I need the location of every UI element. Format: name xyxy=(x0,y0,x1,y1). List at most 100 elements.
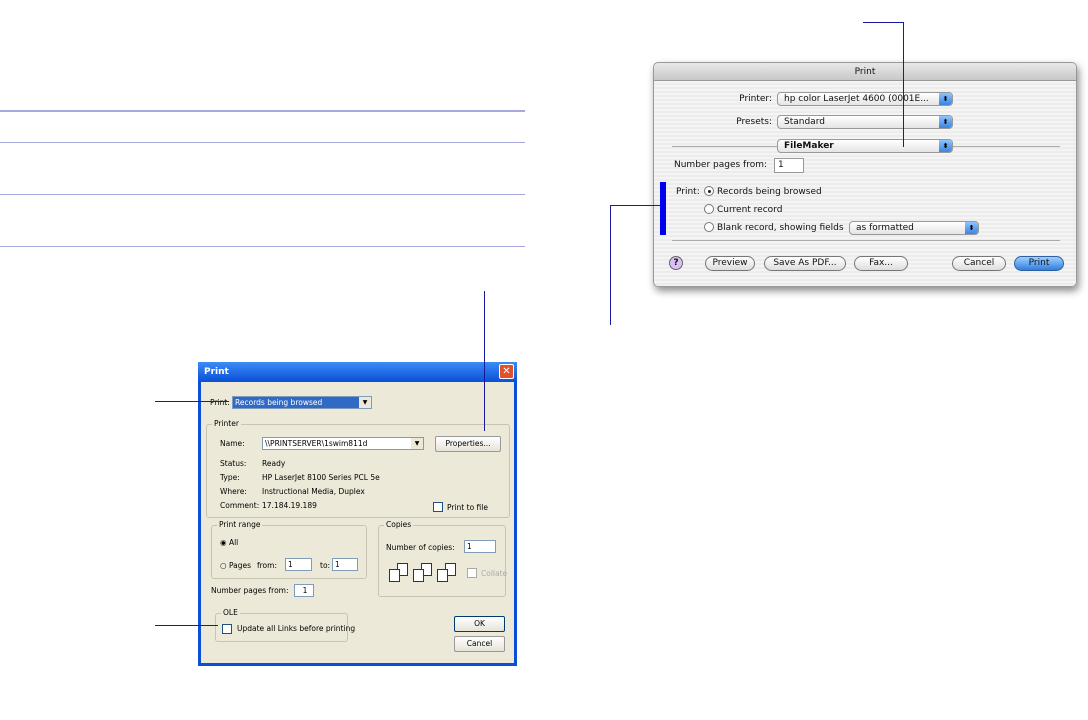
status-label: Status: xyxy=(220,459,247,468)
print-label: Print: xyxy=(210,398,230,407)
printer-group: Printer Name: \\PRINTSERVER\1swim811d ▼ P… xyxy=(206,419,510,518)
pages-label: Pages xyxy=(228,561,252,570)
radio-blank-record[interactable]: Blank record, showing fields xyxy=(704,222,844,233)
print-select[interactable]: Records being browsed ▼ xyxy=(232,396,372,409)
callout-line xyxy=(863,22,904,23)
blank-format-select[interactable]: as formatted ⬍ xyxy=(849,221,979,235)
number-pages-input[interactable]: 1 xyxy=(294,584,314,597)
status-value: Ready xyxy=(262,459,286,468)
radio-icon xyxy=(704,186,714,196)
copies-value: 1 xyxy=(467,542,472,551)
properties-button[interactable]: Properties... xyxy=(435,436,501,452)
copies-spinner[interactable]: 1 xyxy=(464,540,496,553)
callout-line xyxy=(155,401,228,402)
print-button[interactable]: Print xyxy=(1014,256,1064,271)
printer-name-value: \\PRINTSERVER\1swim811d xyxy=(265,439,368,448)
presets-select[interactable]: Standard ⬍ xyxy=(777,115,953,129)
radio-current-record[interactable]: Current record xyxy=(704,204,782,215)
printer-label: Printer: xyxy=(739,94,772,104)
update-links-checkbox[interactable] xyxy=(222,624,232,634)
dropdown-arrow-icon: ▼ xyxy=(411,438,423,449)
table-rule xyxy=(0,110,525,112)
group-label: Copies xyxy=(384,520,414,529)
collate-checkbox[interactable] xyxy=(467,568,477,578)
preview-button[interactable]: Preview xyxy=(705,256,755,271)
windows-print-dialog: Print ✕ Print: Records being browsed ▼ Pri… xyxy=(198,362,517,666)
ok-button[interactable]: OK xyxy=(454,616,505,632)
all-label: All xyxy=(228,538,239,547)
fax-button[interactable]: Fax... xyxy=(854,256,908,271)
comment-label: Comment: xyxy=(220,501,260,510)
group-label: OLE xyxy=(221,608,240,617)
ole-group: OLE Update all Links before printing xyxy=(215,608,355,642)
print-value: Records being browsed xyxy=(235,398,323,407)
page-icon xyxy=(437,569,448,582)
presets-value: Standard xyxy=(784,117,825,127)
printer-select[interactable]: hp color LaserJet 4600 (0001E... ⬍ xyxy=(777,92,953,106)
callout-line xyxy=(155,625,218,626)
title-bar: Print ✕ xyxy=(198,362,517,382)
dropdown-arrow-icon: ▼ xyxy=(359,397,371,408)
help-button[interactable]: ? xyxy=(669,256,683,270)
copies-group: Copies Number of copies: 1 Collate xyxy=(378,520,508,597)
printer-value: hp color LaserJet 4600 (0001E... xyxy=(784,94,929,104)
updown-arrow-icon: ⬍ xyxy=(939,116,952,128)
close-button[interactable]: ✕ xyxy=(499,364,514,379)
number-pages-label: Number pages from: xyxy=(211,586,289,595)
type-value: HP LaserJet 8100 Series PCL 5e xyxy=(262,473,380,482)
print-range-group: Print range ◉ All ○ Pages from: 1 to: 1 xyxy=(211,520,367,579)
save-as-pdf-button[interactable]: Save As PDF... xyxy=(764,256,846,271)
number-pages-label: Number pages from: xyxy=(674,160,768,170)
mac-print-dialog: Print Printer: hp color LaserJet 4600 (0… xyxy=(653,62,1077,287)
presets-label: Presets: xyxy=(736,117,772,127)
group-label: Printer xyxy=(212,419,241,428)
to-input[interactable]: 1 xyxy=(332,558,358,571)
updown-arrow-icon: ⬍ xyxy=(965,222,978,234)
updown-arrow-icon: ⬍ xyxy=(939,140,952,152)
radio-icon xyxy=(704,204,714,214)
type-label: Type: xyxy=(220,473,240,482)
from-input[interactable]: 1 xyxy=(285,558,312,571)
from-label: from: xyxy=(257,561,277,570)
divider xyxy=(672,240,1060,241)
callout-line xyxy=(903,22,904,147)
callout-line xyxy=(610,205,611,325)
callout-line xyxy=(610,205,660,206)
print-to-file-label: Print to file xyxy=(447,503,488,512)
where-label: Where: xyxy=(220,487,247,496)
table-rule xyxy=(0,142,525,143)
option-label: Blank record, showing fields xyxy=(717,223,844,233)
page-icon xyxy=(413,569,424,582)
panel-value: FileMaker xyxy=(784,141,834,151)
radio-records-browsed[interactable]: Records being browsed xyxy=(704,186,822,197)
radio-icon xyxy=(704,222,714,232)
option-label: Records being browsed xyxy=(717,187,822,197)
radio-pages[interactable]: ○ Pages xyxy=(220,561,251,570)
to-label: to: xyxy=(320,561,331,570)
callout-bracket xyxy=(660,182,666,235)
blank-format-value: as formatted xyxy=(856,223,914,233)
cancel-button[interactable]: Cancel xyxy=(952,256,1006,271)
radio-all[interactable]: ◉ All xyxy=(220,538,238,547)
number-pages-input[interactable]: 1 xyxy=(774,158,804,173)
page-icon xyxy=(389,569,400,582)
copies-label: Number of copies: xyxy=(386,543,455,552)
comment-value: 17.184.19.189 xyxy=(262,501,317,510)
where-value: Instructional Media, Duplex xyxy=(262,487,365,496)
update-links-label: Update all Links before printing xyxy=(237,624,356,633)
print-to-file-checkbox[interactable] xyxy=(433,502,443,512)
table-rule xyxy=(0,246,525,247)
option-label: Current record xyxy=(717,205,783,215)
cancel-button[interactable]: Cancel xyxy=(454,636,505,652)
group-label: Print range xyxy=(217,520,263,529)
table-rule xyxy=(0,194,525,195)
print-label: Print: xyxy=(676,187,700,197)
panel-select[interactable]: FileMaker ⬍ xyxy=(777,139,953,153)
printer-name-select[interactable]: \\PRINTSERVER\1swim811d ▼ xyxy=(262,437,424,450)
collate-label: Collate xyxy=(481,569,508,578)
dialog-title: Print xyxy=(204,367,229,377)
dialog-title: Print xyxy=(654,63,1076,81)
callout-line xyxy=(484,291,485,431)
name-label: Name: xyxy=(220,439,245,448)
updown-arrow-icon: ⬍ xyxy=(939,93,952,105)
